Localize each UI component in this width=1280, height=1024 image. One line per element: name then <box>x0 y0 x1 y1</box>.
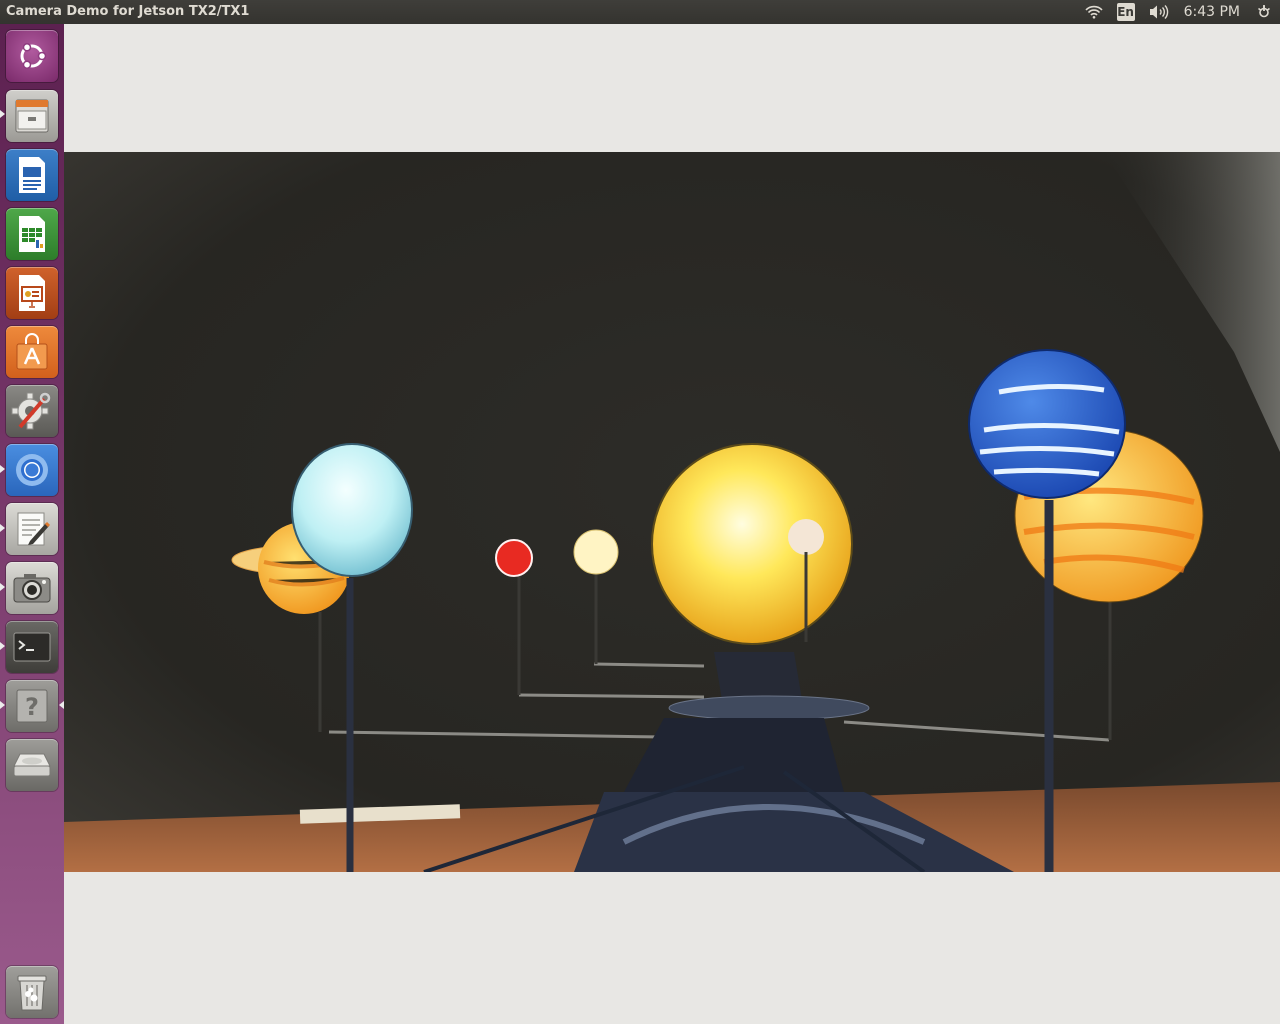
window-title: Camera Demo for Jetson TX2/TX1 <box>6 4 250 19</box>
launcher-item-libreoffice-impress[interactable] <box>6 267 58 319</box>
shopping-bag-icon <box>16 333 48 370</box>
launcher-item-disk-drive[interactable] <box>6 739 58 791</box>
keyboard-language-indicator[interactable]: En <box>1110 0 1142 24</box>
help-question-icon: ? <box>16 689 48 723</box>
ubuntu-logo-icon <box>20 43 47 69</box>
wifi-icon[interactable] <box>1078 0 1110 24</box>
launcher-item-terminal[interactable] <box>6 621 58 673</box>
launcher: ? <box>0 24 64 1024</box>
trash-icon <box>17 975 47 1011</box>
disk-drive-icon <box>13 753 51 777</box>
impress-presentation-icon <box>19 275 45 311</box>
text-editor-icon <box>17 512 51 546</box>
calc-spreadsheet-icon <box>19 216 45 252</box>
writer-document-icon <box>19 157 45 193</box>
launcher-item-help[interactable]: ? <box>6 680 58 732</box>
solar-system-model-photo <box>64 152 1280 872</box>
launcher-item-software-center[interactable] <box>6 326 58 378</box>
launcher-item-trash[interactable] <box>6 966 58 1018</box>
keyboard-language-label: En <box>1116 3 1135 21</box>
clock[interactable]: 6:43 PM <box>1176 4 1248 20</box>
camera-feed <box>64 152 1280 872</box>
terminal-icon <box>13 632 51 662</box>
system-gear-icon[interactable] <box>1248 0 1280 24</box>
launcher-item-system-settings[interactable] <box>6 385 58 437</box>
running-indicator <box>0 465 5 473</box>
running-indicator <box>0 110 5 118</box>
launcher-item-camera-demo[interactable] <box>6 562 58 614</box>
chromium-browser-icon <box>16 454 48 486</box>
top-panel: Camera Demo for Jetson TX2/TX1 En 6:43 P… <box>0 0 1280 24</box>
running-indicator <box>0 524 5 532</box>
volume-icon[interactable] <box>1142 0 1176 24</box>
camera-icon <box>13 574 51 603</box>
indicator-area: En 6:43 PM <box>1078 0 1280 24</box>
launcher-item-ubuntu-dash[interactable] <box>6 30 58 82</box>
running-indicator <box>0 642 5 650</box>
launcher-item-libreoffice-writer[interactable] <box>6 149 58 201</box>
settings-wrench-icon <box>11 392 51 430</box>
launcher-item-text-editor[interactable] <box>6 503 58 555</box>
file-cabinet-icon <box>15 99 49 133</box>
launcher-item-libreoffice-calc[interactable] <box>6 208 58 260</box>
running-indicator <box>0 701 5 709</box>
launcher-item-chromium[interactable] <box>6 444 58 496</box>
running-indicator <box>0 583 5 591</box>
svg-text:?: ? <box>25 693 39 721</box>
launcher-item-files[interactable] <box>6 90 58 142</box>
